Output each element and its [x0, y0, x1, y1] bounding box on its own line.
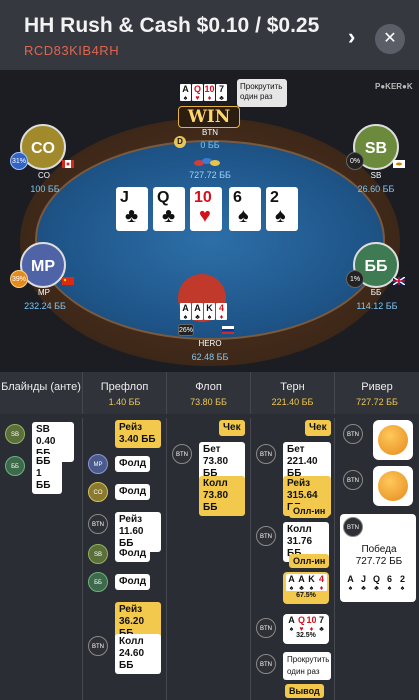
action-history: Блайнды (анте) Префлоп 1.40 ББ Флоп 73.80 …	[0, 372, 419, 700]
preflop-action-2: Фолд	[115, 456, 151, 472]
btn-card-3: 10 ♦	[204, 84, 215, 102]
preflop-column: Рейз 3.40 ББ MP Фолд CO Фолд BTN Рейз 11…	[83, 418, 167, 700]
pos-badge-bb: ББ	[5, 456, 25, 476]
col-turn[interactable]: Терн 221.40 ББ	[251, 372, 335, 414]
hero-card-1: A ♠	[180, 303, 191, 321]
flop-column: Чек BTN Бет 73.80 ББ Колл 73.80 ББ	[167, 418, 251, 700]
mp-name: MP	[38, 288, 50, 297]
hero-card-3: K ♠	[204, 303, 215, 321]
co-stack: 100 ББ	[30, 184, 60, 194]
next-hand-icon[interactable]: ›	[348, 24, 355, 50]
board-card-3: 10 ♥	[190, 187, 222, 231]
run-once-action: Прокрутить один раз	[283, 652, 331, 680]
col-blinds[interactable]: Блайнды (анте)	[0, 372, 83, 414]
river-column: BTN BTN BTN Победа 727.72 ББ A ♠ J ♣ Q ♣ 6 ♠…	[335, 418, 419, 700]
allin-tag: Олл-ин	[289, 554, 330, 568]
btn-card-4: 7 ♣	[216, 84, 227, 102]
canada-flag-icon	[62, 160, 74, 168]
pos-badge-mp: MP	[88, 454, 108, 474]
col-river[interactable]: Ривер 727.72 ББ	[335, 372, 419, 414]
grin-emoji-icon	[373, 466, 413, 506]
btn-card-1: A ♠	[180, 84, 191, 102]
blind-bb: ББ 1 ББ	[32, 454, 62, 494]
sb-name: SB	[370, 171, 382, 180]
preflop-action-6: Фолд	[115, 574, 151, 590]
turn-action-1: Чек	[305, 420, 331, 436]
win-badge: WIN	[178, 106, 240, 128]
pos-badge-bb: ББ	[88, 572, 108, 592]
mp-vpip-badge: 39%	[10, 270, 28, 288]
pos-badge-btn: BTN	[172, 444, 192, 464]
btn-equity: 32.5%	[286, 631, 326, 641]
pos-badge-btn: BTN	[256, 618, 276, 638]
pos-badge-btn: BTN	[343, 517, 363, 537]
hero-card-4: 4 ♦	[216, 303, 227, 321]
bb-vpip-badge: 1%	[346, 270, 364, 288]
pos-badge-btn: BTN	[88, 636, 108, 656]
btn-stack: 0 ББ	[200, 140, 220, 150]
poker-table: P●KER●K A ♠ Q ♥ 10 ♦ 7 ♣ WIN Прокрутить один…	[0, 70, 419, 372]
hand-title: HH Rush & Cash $0.10 / $0.25	[24, 14, 320, 37]
payout-tag: Вывод	[285, 684, 324, 698]
bb-name: ББ	[370, 288, 382, 297]
hero-name: HERO	[198, 339, 222, 348]
blinds-column: SB SB 0.40 ББ ББ ББ 1 ББ	[0, 418, 83, 700]
preflop-action-5: Фолд	[115, 546, 151, 562]
pos-badge-co: CO	[88, 482, 108, 502]
pos-badge-btn: BTN	[88, 514, 108, 534]
pos-badge-btn: BTN	[343, 424, 363, 444]
dealer-button-icon: D	[174, 136, 186, 148]
winner-text: Победа 727.72 ББ	[355, 544, 403, 567]
col-flop[interactable]: Флоп 73.80 ББ	[167, 372, 251, 414]
pot-chips-icon	[194, 158, 220, 166]
uk-flag-icon	[393, 277, 405, 285]
run-once-tooltip: Прокрутить один раз	[237, 79, 287, 107]
pot-amount: 727.72 ББ	[189, 170, 231, 180]
hero-card-2: A ♣	[192, 303, 203, 321]
flop-action-3: Колл 73.80 ББ	[199, 476, 245, 516]
preflop-action-3: Фолд	[115, 484, 151, 500]
board-card-4: 6 ♠	[229, 187, 261, 231]
smile-emoji-icon	[373, 420, 413, 460]
pos-badge-sb: SB	[5, 424, 25, 444]
sb-stack: 26.60 ББ	[357, 184, 395, 194]
pos-badge-sb: SB	[88, 544, 108, 564]
col-preflop[interactable]: Префлоп 1.40 ББ	[83, 372, 167, 414]
pos-badge-btn: BTN	[343, 470, 363, 490]
turn-column: Чек BTN Бет 221.40 ББ Рейз 315.64 ББ Олл…	[251, 418, 335, 700]
china-flag-icon	[62, 277, 74, 285]
winner-box: BTN Победа 727.72 ББ A ♠ J ♣ Q ♣ 6 ♠ 2 ♠	[340, 514, 416, 602]
board-card-1: J ♣	[116, 187, 148, 231]
cyprus-flag-icon	[393, 160, 405, 168]
hero-stack: 62.48 ББ	[191, 352, 229, 362]
allin-tag: Олл-ин	[289, 504, 330, 518]
russia-flag-icon	[222, 326, 234, 334]
hero-equity-box: A ♠ A ♣ K ♠ 4 ♦ 67.5%	[283, 572, 329, 604]
sb-vpip-badge: 0%	[346, 152, 364, 170]
co-vpip-badge: 31%	[10, 152, 28, 170]
pos-badge-btn: BTN	[256, 444, 276, 464]
btn-equity-box: A ♠ Q ♥ 10 ♦ 7 ♣ 32.5%	[283, 614, 329, 644]
header: HH Rush & Cash $0.10 / $0.25 RCD83KIB4RH…	[0, 0, 419, 70]
preflop-action-1: Рейз 3.40 ББ	[115, 420, 161, 448]
pos-badge-btn: BTN	[256, 654, 276, 674]
btn-name: BTN	[202, 128, 218, 137]
flop-action-1: Чек	[219, 420, 245, 436]
hero-vpip-badge: 26%	[178, 324, 194, 336]
bb-stack: 114.12 ББ	[356, 301, 398, 311]
mp-stack: 232.24 ББ	[24, 301, 66, 311]
close-icon[interactable]: ✕	[375, 24, 405, 54]
preflop-action-8: Колл 24.60 ББ	[115, 634, 161, 674]
pokerok-logo: P●KER●K	[375, 82, 413, 91]
board-card-5: 2 ♠	[266, 187, 298, 231]
hero-equity: 67.5%	[286, 591, 326, 601]
board-card-2: Q ♣	[153, 187, 185, 231]
btn-card-2: Q ♥	[192, 84, 203, 102]
pos-badge-btn: BTN	[256, 526, 276, 546]
co-name: CO	[38, 171, 50, 180]
hand-id[interactable]: RCD83KIB4RH	[24, 43, 119, 58]
